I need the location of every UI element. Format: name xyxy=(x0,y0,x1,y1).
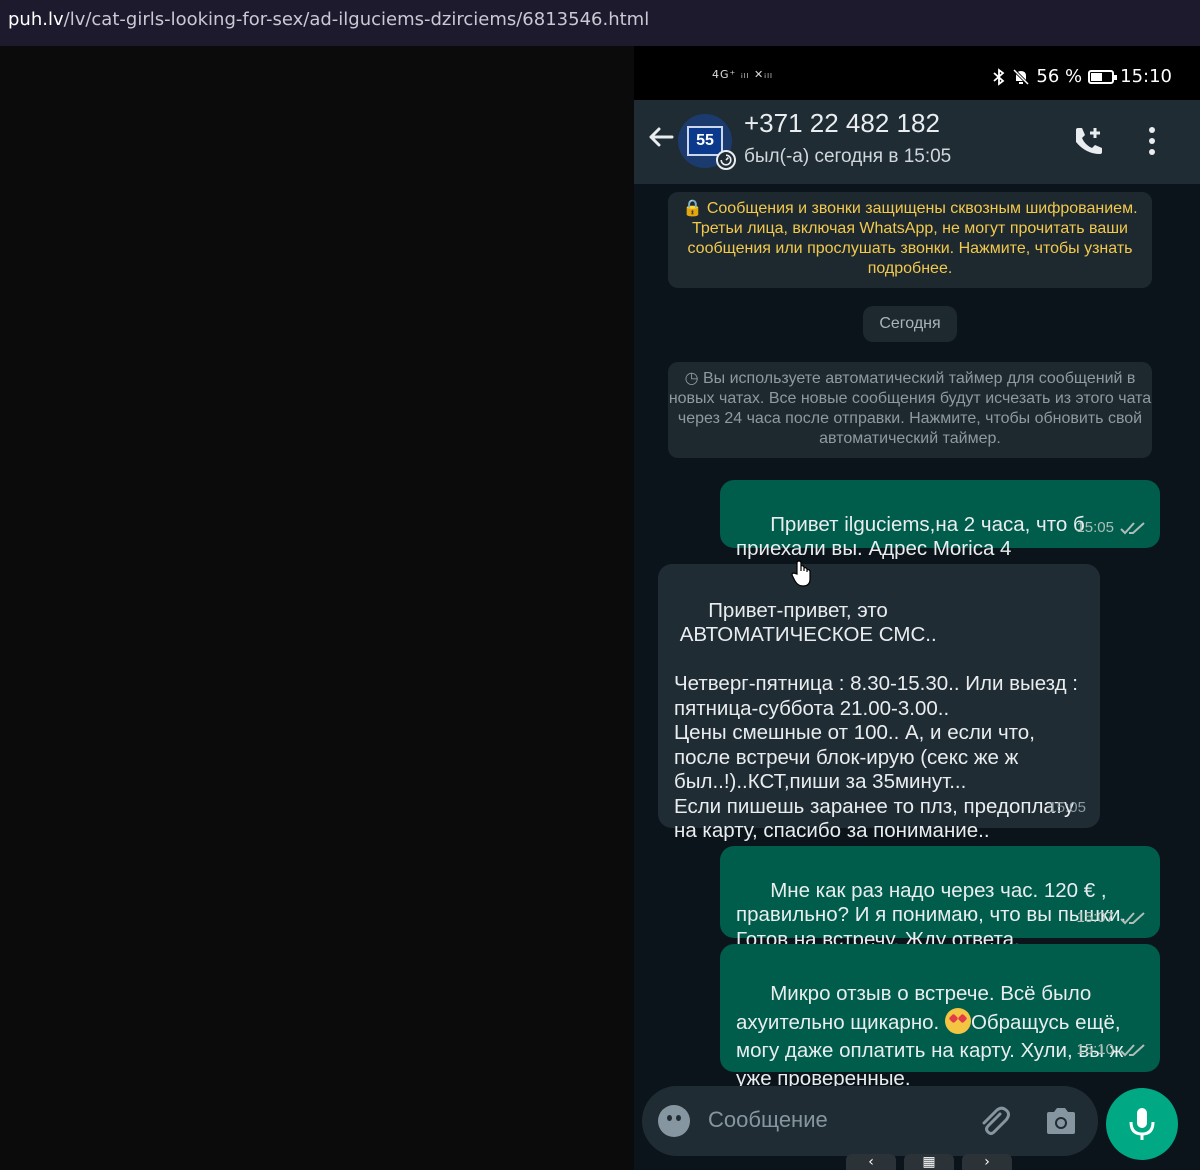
message-bubble-outgoing[interactable]: Микро отзыв о встрече. Всё было ахуитель… xyxy=(720,944,1160,1090)
message-time: 15:05 xyxy=(1048,798,1086,816)
add-call-icon[interactable] xyxy=(1070,124,1106,160)
hand-cursor-icon xyxy=(791,560,811,587)
message-text: Привет ilguciems,на 2 часа, что б приеха… xyxy=(736,512,1091,561)
system-nav-bar: ‹ ▦ › xyxy=(634,1154,1200,1170)
avatar-house-number: 55 xyxy=(687,126,723,156)
message-bubble-outgoing[interactable]: Привет ilguciems,на 2 часа, что б приеха… xyxy=(720,480,1160,560)
timer-notice-text: Вы используете автоматический таймер для… xyxy=(668,370,1152,447)
mic-icon xyxy=(1129,1108,1155,1140)
battery-icon xyxy=(1088,69,1118,84)
last-seen: был(-а) сегодня в 15:05 xyxy=(744,146,952,167)
encryption-notice[interactable]: 🔒 Сообщения и звонки защищены сквозным ш… xyxy=(668,192,1152,288)
double-check-icon xyxy=(1120,912,1145,925)
url-host: puh.lv xyxy=(8,9,64,30)
status-bar: 4G⁺ ᵢₗₗ ✕ᵢₗₗ 56 % 15:10 xyxy=(634,46,1200,100)
message-text: Мне как раз надо через час. 120 € , прав… xyxy=(736,878,1132,951)
nav-forward-icon[interactable]: › xyxy=(962,1154,1012,1170)
double-check-icon xyxy=(1120,1044,1145,1057)
message-text: Привет-привет, это АВТОМАТИЧЕСКОЕ СМС.. … xyxy=(674,598,1078,843)
status-time: 15:10 xyxy=(1120,66,1172,87)
timer-icon: ◷ xyxy=(684,370,703,387)
attach-icon[interactable] xyxy=(976,1104,1012,1140)
browser-url-bar[interactable]: puh.lv/lv/cat-girls-looking-for-sex/ad-i… xyxy=(0,0,1200,46)
message-time: 15:07 xyxy=(1076,908,1114,926)
nav-home-icon[interactable]: ▦ xyxy=(904,1154,954,1170)
status-right: 56 % 15:10 xyxy=(992,66,1172,87)
emoji-icon[interactable] xyxy=(658,1105,690,1137)
phone-screenshot: 4G⁺ ᵢₗₗ ✕ᵢₗₗ 56 % 15:10 55 +371 22 482 1… xyxy=(634,46,1200,1170)
chat-header[interactable]: 55 +371 22 482 182 был(-а) сегодня в 15:… xyxy=(634,100,1200,184)
url-path: /lv/cat-girls-looking-for-sex/ad-ilgucie… xyxy=(63,9,650,30)
double-check-icon xyxy=(1120,522,1145,535)
message-input-placeholder[interactable]: Сообщение xyxy=(708,1107,828,1133)
disappearing-timer-notice[interactable]: ◷ Вы используете автоматический таймер д… xyxy=(668,362,1152,458)
chat-area: 🔒 Сообщения и звонки защищены сквозным ш… xyxy=(634,184,1200,1170)
message-bubble-outgoing[interactable]: Мне как раз надо через час. 120 € , прав… xyxy=(720,846,1160,951)
message-bubble-incoming[interactable]: Привет-привет, это АВТОМАТИЧЕСКОЕ СМС.. … xyxy=(658,564,1100,842)
message-composer[interactable]: Сообщение xyxy=(642,1086,1098,1156)
disappearing-timer-icon xyxy=(716,150,736,170)
contact-name[interactable]: +371 22 482 182 xyxy=(744,108,940,139)
battery-fill xyxy=(1091,72,1103,81)
camera-icon[interactable] xyxy=(1044,1106,1078,1136)
back-arrow-icon[interactable] xyxy=(646,122,676,152)
message-time: 15:05 xyxy=(1076,518,1114,536)
network-indicator: 4G⁺ ᵢₗₗ ✕ᵢₗₗ xyxy=(712,68,773,81)
voice-message-button[interactable] xyxy=(1106,1088,1178,1160)
day-chip: Сегодня xyxy=(863,306,957,342)
heart-eyes-emoji-icon xyxy=(944,1008,971,1034)
battery-percent: 56 % xyxy=(1036,66,1083,87)
muted-bell-icon xyxy=(1013,68,1030,85)
message-time: 15:10 xyxy=(1076,1041,1114,1058)
bluetooth-icon xyxy=(993,67,1005,86)
nav-back-icon[interactable]: ‹ xyxy=(846,1154,896,1170)
more-vert-icon[interactable] xyxy=(1140,122,1164,162)
